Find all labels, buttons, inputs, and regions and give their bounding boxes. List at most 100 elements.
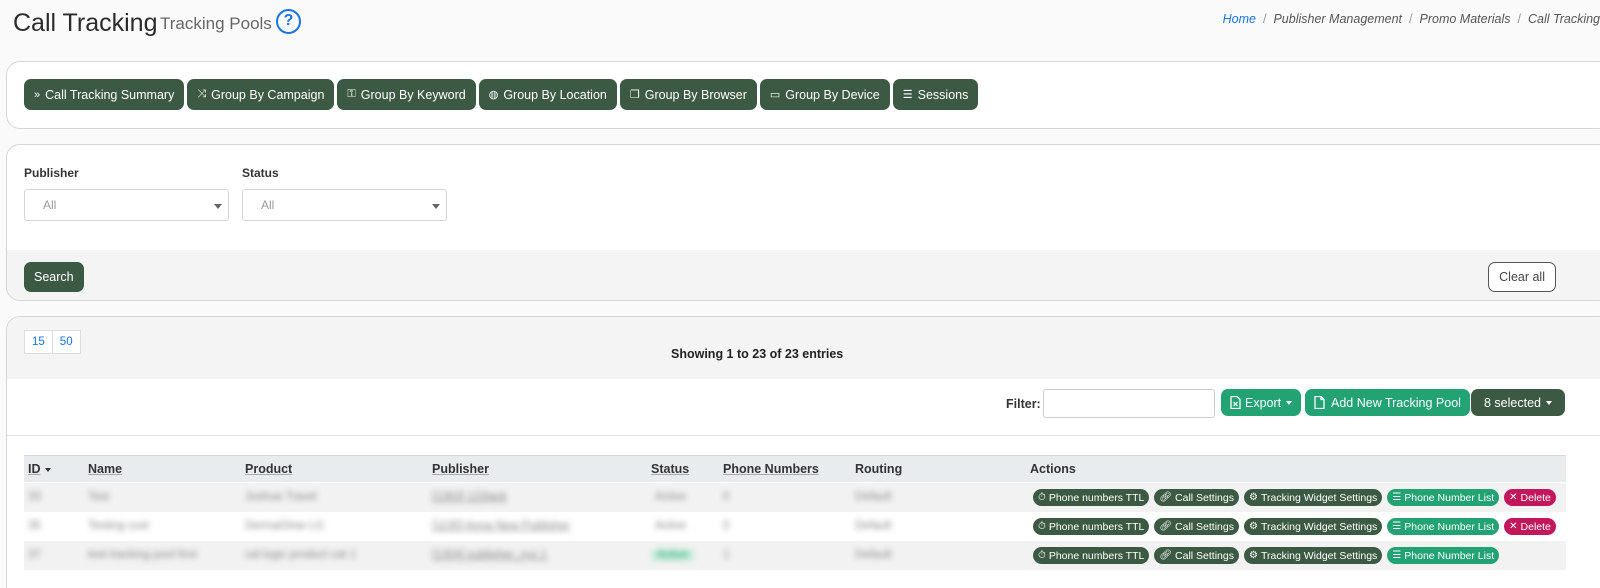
page-subtitle: Tracking Pools	[160, 14, 272, 33]
tab-label: Group By Campaign	[211, 87, 325, 102]
tab-group-by-campaign[interactable]: ⤨ Group By Campaign	[187, 79, 335, 110]
phone-numbers-ttl-button[interactable]: ⏱ Phone numbers TTL	[1033, 547, 1150, 564]
action-label: Phone numbers TTL	[1048, 491, 1145, 504]
cell-id: 33	[28, 491, 41, 503]
action-label: Delete	[1520, 520, 1551, 533]
tab-sessions[interactable]: ☰ Sessions	[892, 79, 979, 110]
cell-publisher-link[interactable]: [1304] publisher_xyz 1	[432, 549, 547, 561]
cell-name: test tracking pool first	[88, 549, 197, 561]
gears-icon: ⚙	[1249, 550, 1258, 561]
phone-number-list-button[interactable]: ☰ Phone Number List	[1387, 489, 1500, 506]
call-settings-button[interactable]: 🔗︎ Call Settings	[1154, 518, 1239, 535]
filter-input[interactable]	[1043, 389, 1215, 418]
cell-phone-numbers: 0	[723, 491, 730, 503]
clear-all-button[interactable]: Clear all	[1488, 262, 1556, 292]
close-icon: ✕	[1509, 521, 1518, 532]
tab-group-by-device[interactable]: ▭ Group By Device	[759, 79, 890, 110]
breadcrumb-home[interactable]: Home	[1223, 12, 1256, 26]
column-header-status[interactable]: Status	[651, 462, 689, 476]
add-new-tracking-pool-button[interactable]: Add New Tracking Pool	[1305, 389, 1470, 416]
tab-label: Group By Device	[785, 87, 880, 102]
cell-phone-numbers: 1	[723, 549, 730, 561]
stopwatch-icon: ⏱	[1038, 521, 1046, 532]
close-icon: ✕	[1509, 492, 1518, 503]
delete-button[interactable]: ✕ Delete	[1504, 489, 1556, 506]
cell-publisher-link[interactable]: [1130] Anna New Publisher	[432, 520, 570, 532]
table-info-band: 15 50 Showing 1 to 23 of 23 entries	[7, 317, 1600, 379]
phone-number-list-button[interactable]: ☰ Phone Number List	[1387, 518, 1500, 535]
action-label: Tracking Widget Settings	[1260, 520, 1378, 533]
column-header-name[interactable]: Name	[88, 462, 122, 476]
filters-card: Publisher All Status All Search Clear al…	[6, 144, 1600, 301]
table-header: ID Name Product Publisher Status Phone N…	[24, 455, 1566, 482]
export-button[interactable]: Export	[1221, 389, 1302, 416]
phone-numbers-ttl-button[interactable]: ⏱ Phone numbers TTL	[1033, 518, 1150, 535]
phone-numbers-ttl-button[interactable]: ⏱ Phone numbers TTL	[1033, 489, 1150, 506]
globe-icon: ◍	[488, 89, 499, 101]
report-tabs: » Call Tracking Summary ⤨ Group By Campaig…	[24, 79, 981, 110]
stopwatch-icon: ⏱	[1038, 492, 1046, 503]
tab-label: Group By Browser	[644, 87, 747, 102]
publisher-select-value: All	[43, 198, 57, 212]
cell-phone-numbers: 0	[723, 520, 730, 532]
page-header: Call Tracking Tracking Pools ? Home / Publ…	[0, 0, 1600, 52]
filter-label: Filter:	[1006, 397, 1041, 411]
report-tabs-card: » Call Tracking Summary ⤨ Group By Campaig…	[6, 61, 1600, 129]
tracking-pools-card: 15 50 Showing 1 to 23 of 23 entries Filt…	[6, 316, 1600, 588]
laptop-icon: ▭	[769, 89, 781, 101]
status-select-value: All	[261, 198, 275, 212]
column-header-phone-numbers[interactable]: Phone Numbers	[723, 462, 819, 476]
help-icon[interactable]: ?	[276, 9, 301, 34]
tab-group-by-keyword[interactable]: ⚿ Group By Keyword	[337, 79, 476, 110]
tab-call-tracking-summary[interactable]: » Call Tracking Summary	[24, 79, 185, 110]
row-actions: ⏱ Phone numbers TTL 🔗︎ Call Settings ⚙ Trac…	[1033, 518, 1556, 535]
tab-group-by-location[interactable]: ◍ Group By Location	[478, 79, 617, 110]
row-actions: ⏱ Phone numbers TTL 🔗︎ Call Settings ⚙ Trac…	[1033, 547, 1504, 564]
phone-number-list-button[interactable]: ☰ Phone Number List	[1387, 547, 1500, 564]
action-label: Phone Number List	[1404, 520, 1495, 533]
gears-icon: ⚙	[1249, 492, 1258, 503]
selected-label: 8 selected	[1484, 395, 1541, 410]
action-label: Phone Number List	[1404, 491, 1495, 504]
tab-label: Group By Keyword	[360, 87, 466, 102]
file-icon	[1314, 396, 1325, 409]
tracking-widget-settings-button[interactable]: ⚙ Tracking Widget Settings	[1244, 547, 1383, 564]
column-header-publisher[interactable]: Publisher	[432, 462, 489, 476]
breadcrumb-promo-materials[interactable]: Promo Materials	[1420, 12, 1511, 26]
column-header-actions: Actions	[1030, 462, 1076, 476]
cell-product: cal logic product cat 1	[245, 549, 357, 561]
add-label: Add New Tracking Pool	[1331, 395, 1461, 410]
cell-status: Active	[655, 491, 687, 503]
delete-button[interactable]: ✕ Delete	[1504, 518, 1556, 535]
window-icon: ❐	[629, 89, 640, 101]
status-select[interactable]: All	[242, 189, 447, 221]
column-header-id[interactable]: ID	[28, 462, 51, 476]
tab-group-by-browser[interactable]: ❐ Group By Browser	[619, 79, 757, 110]
action-label: Phone numbers TTL	[1048, 549, 1145, 562]
call-settings-button[interactable]: 🔗︎ Call Settings	[1154, 547, 1239, 564]
action-label: Tracking Widget Settings	[1260, 549, 1378, 562]
cell-status: Active	[655, 520, 687, 532]
link-icon: 🔗︎	[1159, 550, 1173, 561]
action-label: Call Settings	[1175, 491, 1234, 504]
call-settings-button[interactable]: 🔗︎ Call Settings	[1154, 489, 1239, 506]
status-filter-label: Status	[242, 166, 279, 180]
column-selector-button[interactable]: 8 selected	[1471, 389, 1565, 416]
tracking-widget-settings-button[interactable]: ⚙ Tracking Widget Settings	[1244, 518, 1383, 535]
publisher-select[interactable]: All	[24, 189, 229, 221]
cell-name: Testing cust	[88, 520, 149, 532]
tab-label: Group By Location	[503, 87, 607, 102]
key-icon: ⚿	[347, 88, 356, 100]
action-label: Phone Number List	[1404, 549, 1495, 562]
action-label: Call Settings	[1175, 520, 1234, 533]
tracking-widget-settings-button[interactable]: ⚙ Tracking Widget Settings	[1244, 489, 1383, 506]
search-button[interactable]: Search	[24, 262, 84, 292]
column-header-product[interactable]: Product	[245, 462, 292, 476]
link-icon: 🔗︎	[1159, 492, 1173, 503]
page-size-15[interactable]: 15	[25, 331, 52, 353]
cell-product: Joshua Travel	[245, 491, 317, 503]
breadcrumb-publisher-management[interactable]: Publisher Management	[1273, 12, 1402, 26]
list-icon: ☰	[1392, 492, 1402, 503]
cell-publisher-link[interactable]: [1363] 123jack	[432, 491, 507, 503]
page-size-50[interactable]: 50	[51, 331, 80, 353]
